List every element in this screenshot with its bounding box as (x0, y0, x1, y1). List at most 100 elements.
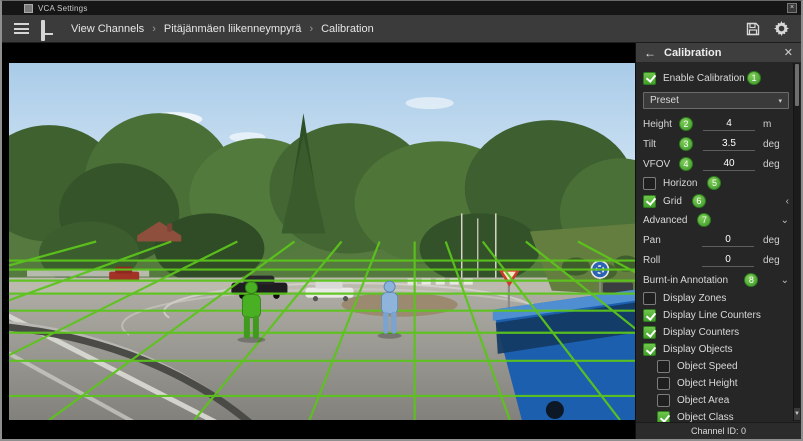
display-counters-label: Display Counters (663, 327, 739, 338)
object-speed-label: Object Speed (677, 361, 738, 372)
chevron-down-icon: ⌄ (781, 275, 789, 286)
enable-calibration-checkbox[interactable] (643, 72, 656, 85)
display-objects-label: Display Objects (663, 344, 732, 355)
window-close-icon[interactable]: × (787, 3, 797, 13)
enable-calibration-label: Enable Calibration (663, 73, 745, 84)
app-icon (24, 4, 33, 13)
breadcrumb-view-channels[interactable]: View Channels (71, 23, 144, 35)
step-badge-5: 5 (707, 176, 721, 190)
window-title: VCA Settings (38, 4, 88, 13)
height-input[interactable]: 4 (703, 118, 755, 131)
video-canvas[interactable] (9, 63, 635, 420)
tilt-input[interactable]: 3.5 (703, 138, 755, 151)
step-badge-6: 6 (692, 194, 706, 208)
display-counters-checkbox[interactable] (643, 326, 656, 339)
vfov-label: VFOV (643, 159, 679, 170)
breadcrumb-separator: › (309, 23, 313, 35)
vfov-unit: deg (763, 159, 789, 170)
object-class-label: Object Class (677, 412, 734, 422)
burnt-in-annotation-label: Burnt-in Annotation (643, 275, 728, 286)
grid-checkbox[interactable] (643, 195, 656, 208)
pan-unit: deg (763, 235, 789, 246)
chevron-down-icon: ▾ (778, 97, 782, 105)
step-badge-4: 4 (679, 157, 693, 171)
breadcrumb-separator: › (152, 23, 156, 35)
display-line-counters-checkbox[interactable] (643, 309, 656, 322)
back-arrow-icon[interactable]: ← (644, 46, 656, 60)
display-zones-row: Display Zones (643, 290, 789, 307)
roll-label: Roll (643, 255, 679, 266)
panel-close-icon[interactable]: ✕ (784, 46, 793, 59)
monitor-icon[interactable] (41, 22, 57, 35)
panel-title: Calibration (664, 47, 721, 59)
object-height-row: Object Height (643, 375, 789, 392)
pan-input[interactable]: 0 (702, 234, 754, 247)
object-height-label: Object Height (677, 378, 738, 389)
grid-row: Grid 6 ‹ (643, 192, 789, 210)
hamburger-icon[interactable] (14, 23, 29, 34)
preset-dropdown-value: Preset (650, 95, 679, 106)
save-icon[interactable] (746, 22, 760, 36)
chevron-left-icon[interactable]: ‹ (786, 196, 789, 207)
vca-settings-window: VCA Settings × View Channels › Pitäjänmä… (0, 0, 803, 441)
step-badge-2: 2 (679, 117, 693, 131)
calibration-panel-header: ← Calibration ✕ (636, 43, 801, 62)
vfov-input[interactable]: 40 (703, 158, 755, 171)
horizon-row: Horizon 5 (643, 174, 789, 192)
object-height-checkbox[interactable] (657, 377, 670, 390)
object-class-row: Object Class (643, 409, 789, 422)
advanced-label: Advanced (643, 215, 687, 226)
step-badge-8: 8 (744, 273, 758, 287)
height-unit: m (763, 119, 789, 130)
display-objects-checkbox[interactable] (643, 343, 656, 356)
roll-input[interactable]: 0 (702, 254, 754, 267)
breadcrumb: View Channels › Pitäjänmäen liikenneympy… (71, 23, 374, 35)
video-scene (9, 63, 635, 420)
horizon-checkbox[interactable] (643, 177, 656, 190)
pan-field-row: Pan 0 deg (643, 230, 789, 250)
display-counters-row: Display Counters (643, 324, 789, 341)
object-speed-row: Object Speed (643, 358, 789, 375)
height-label: Height (643, 119, 679, 130)
object-area-row: Object Area (643, 392, 789, 409)
height-field-row: Height 2 4 m (643, 114, 789, 134)
window-titlebar: VCA Settings × (2, 1, 801, 15)
step-badge-3: 3 (679, 137, 693, 151)
channel-id-status: Channel ID: 0 (636, 422, 801, 439)
object-speed-checkbox[interactable] (657, 360, 670, 373)
tilt-field-row: Tilt 3 3.5 deg (643, 134, 789, 154)
step-badge-7: 7 (697, 213, 711, 227)
toolbar: View Channels › Pitäjänmäen liikenneympy… (2, 15, 801, 43)
display-zones-checkbox[interactable] (643, 292, 656, 305)
advanced-section-row[interactable]: Advanced 7 ⌄ (643, 210, 789, 230)
scrollbar-thumb[interactable] (795, 64, 799, 106)
display-zones-label: Display Zones (663, 293, 726, 304)
breadcrumb-channel-name[interactable]: Pitäjänmäen liikenneympyrä (164, 23, 302, 35)
preset-dropdown[interactable]: Preset ▾ (643, 92, 789, 109)
pan-label: Pan (643, 235, 679, 246)
display-line-counters-label: Display Line Counters (663, 310, 761, 321)
calibration-panel-body: Enable Calibration 1 Preset ▾ Height 2 4… (636, 62, 801, 422)
step-badge-1: 1 (747, 71, 761, 85)
sidebar-scrollbar[interactable]: ▼ (793, 63, 800, 421)
tilt-label: Tilt (643, 139, 679, 150)
breadcrumb-calibration[interactable]: Calibration (321, 23, 374, 35)
roll-field-row: Roll 0 deg (643, 250, 789, 270)
roll-unit: deg (763, 255, 789, 266)
scroll-down-icon[interactable]: ▼ (794, 408, 800, 420)
chevron-down-icon: ⌄ (781, 215, 789, 226)
burnt-in-annotation-row[interactable]: Burnt-in Annotation 8 ⌄ (643, 270, 789, 290)
gear-icon[interactable] (774, 21, 789, 36)
display-line-counters-row: Display Line Counters (643, 307, 789, 324)
tilt-unit: deg (763, 139, 789, 150)
enable-calibration-row: Enable Calibration 1 (643, 67, 789, 89)
horizon-label: Horizon (663, 178, 697, 189)
object-class-checkbox[interactable] (657, 411, 670, 422)
calibration-panel: ← Calibration ✕ Enable Calibration 1 Pre… (635, 43, 801, 439)
display-objects-row: Display Objects (643, 341, 789, 358)
object-area-label: Object Area (677, 395, 729, 406)
object-area-checkbox[interactable] (657, 394, 670, 407)
grid-label: Grid (663, 196, 682, 207)
vfov-field-row: VFOV 4 40 deg (643, 154, 789, 174)
video-area (2, 43, 635, 439)
